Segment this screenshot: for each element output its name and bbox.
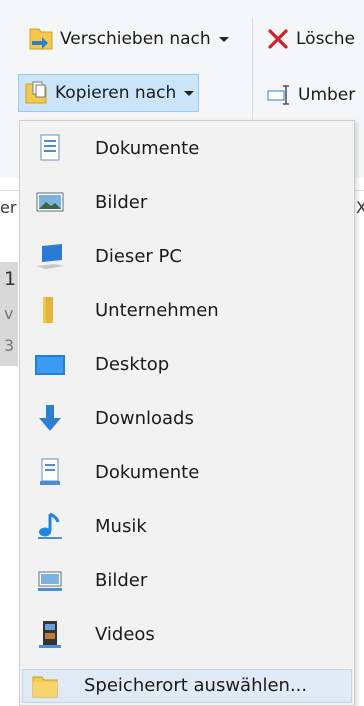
background-text-fragment: 3 [4, 336, 15, 355]
delete-x-icon [268, 29, 288, 49]
menu-item-pictures-library[interactable]: Bilder [20, 553, 354, 607]
menu-item-documents[interactable]: Dokumente [20, 121, 354, 175]
delete-button[interactable]: Lösche [262, 20, 359, 58]
rename-label: Umber [298, 85, 356, 105]
folder-icon [43, 297, 53, 323]
documents-icon [40, 134, 60, 161]
menu-item-downloads[interactable]: Downloads [20, 391, 354, 445]
copy-to-label: Kopieren nach [55, 83, 177, 103]
copy-to-menu: Dokumente Bilder Dieser PC Unternehmen D… [19, 120, 355, 706]
rename-button[interactable]: Umber [262, 76, 359, 114]
menu-item-label: Desktop [95, 353, 170, 375]
music-icon [38, 512, 62, 539]
copy-to-icon [25, 81, 47, 104]
menu-item-label: Dokumente [95, 137, 200, 159]
chevron-down-icon [218, 36, 229, 42]
desktop-icon [35, 355, 65, 375]
menu-item-label: Dieser PC [95, 245, 182, 267]
menu-item-desktop[interactable]: Desktop [20, 337, 354, 391]
menu-item-company[interactable]: Unternehmen [20, 283, 354, 337]
menu-item-label: Dokumente [95, 461, 200, 483]
copy-to-button[interactable]: Kopieren nach [18, 74, 200, 112]
background-text-fragment: er [0, 198, 17, 217]
menu-item-music[interactable]: Musik [20, 499, 354, 553]
videos-icon [39, 621, 61, 648]
chevron-down-icon [184, 90, 195, 96]
move-to-icon [29, 28, 53, 50]
menu-item-documents-library[interactable]: Dokumente [20, 445, 354, 499]
delete-label: Lösche [296, 29, 356, 49]
close-icon[interactable]: X [356, 198, 364, 217]
pictures-library-icon [38, 571, 62, 591]
menu-item-label: Bilder [95, 191, 148, 213]
menu-item-label: Bilder [95, 569, 148, 591]
rename-icon [267, 85, 289, 105]
move-to-label: Verschieben nach [60, 29, 211, 49]
pictures-icon [36, 192, 64, 212]
background-text-fragment: 1 [4, 268, 17, 290]
menu-item-label: Unternehmen [95, 299, 219, 321]
menu-item-label: Musik [95, 515, 147, 537]
choose-location-label: Speicherort auswählen... [84, 675, 308, 696]
menu-item-this-pc[interactable]: Dieser PC [20, 229, 354, 283]
menu-item-label: Videos [95, 623, 155, 645]
menu-item-label: Downloads [95, 407, 194, 429]
menu-item-pictures[interactable]: Bilder [20, 175, 354, 229]
folder-icon [32, 676, 58, 698]
choose-location-button[interactable]: Speicherort auswählen... [22, 669, 352, 703]
documents-library-icon [40, 458, 60, 485]
background-text-fragment: v [4, 304, 14, 323]
move-to-button[interactable]: Verschieben nach [24, 20, 233, 58]
this-pc-icon [36, 244, 64, 269]
downloads-icon [39, 405, 61, 431]
menu-item-videos[interactable]: Videos [20, 607, 354, 661]
